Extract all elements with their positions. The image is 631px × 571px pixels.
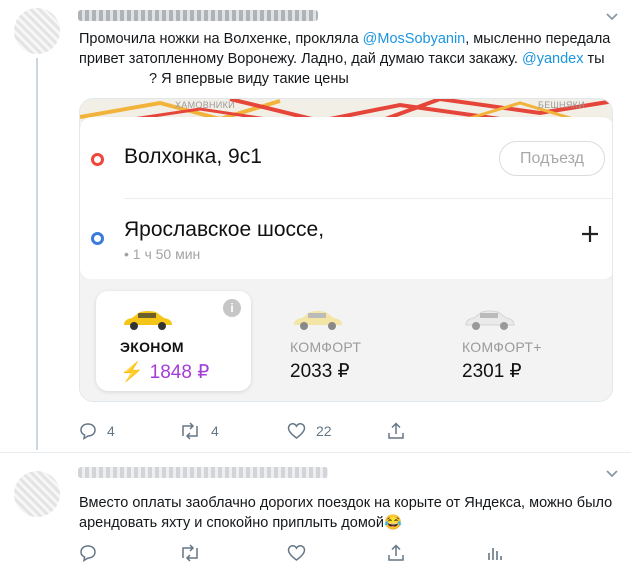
redacted-text [79, 71, 149, 85]
tweet-actions: 4 4 22 [79, 422, 405, 440]
destination-dot-icon [91, 232, 104, 245]
divider [124, 198, 612, 199]
tariff-name: ЭКОНОМ [120, 339, 184, 355]
tweet-actions [79, 544, 503, 562]
like-button[interactable]: 22 [287, 422, 387, 440]
tweet-2: Вместо оплаты заоблачно дорогих поездок … [0, 453, 631, 571]
share-button[interactable] [387, 544, 487, 562]
analytics-button[interactable] [487, 544, 503, 562]
tariff-comfort[interactable]: КОМФОРТ 2033 ₽ [266, 291, 421, 391]
tariff-economy[interactable]: i ЭКОНОМ ⚡ 1848 ₽ [96, 291, 251, 391]
like-button[interactable] [287, 544, 387, 562]
retweet-button[interactable]: 4 [179, 422, 287, 440]
mention-link[interactable]: @MosSobyanin [363, 31, 466, 47]
trip-duration: • 1 ч 50 мин [124, 246, 201, 262]
retweet-count: 4 [211, 423, 219, 439]
reply-button[interactable]: 4 [79, 422, 179, 440]
map-label: ХАМОВНИКИ [175, 100, 235, 110]
retweet-button[interactable] [179, 544, 287, 562]
analytics-icon [487, 544, 503, 562]
car-icon [462, 309, 518, 336]
destination-address[interactable]: Ярославское шоссе, [124, 218, 324, 242]
info-icon[interactable]: i [223, 299, 241, 317]
author-name-redacted[interactable] [78, 467, 328, 478]
chevron-down-icon[interactable] [605, 12, 619, 22]
tariff-price: 2301 ₽ [462, 361, 522, 382]
share-button[interactable] [387, 422, 405, 440]
tariff-price-value: 1848 ₽ [149, 362, 210, 383]
tweet-text-part: Промочила ножки на Волхенке, проклял [79, 31, 351, 47]
avatar[interactable] [14, 471, 60, 517]
tariff-selector: i ЭКОНОМ ⚡ 1848 ₽ КОМФОРТ 2033 ₽ КОМФОРТ+ [80, 279, 612, 401]
tweet-text-part: ? Я впервые виду такие цены [149, 71, 349, 87]
tweet-1: Промочила ножки на Волхенке, прокляла @M… [0, 0, 631, 452]
tariff-name: КОМФОРТ+ [462, 339, 542, 355]
reply-icon [79, 422, 97, 440]
tariff-name: КОМФОРТ [290, 339, 362, 355]
heart-icon [287, 422, 306, 440]
car-icon [120, 309, 176, 336]
avatar[interactable] [14, 8, 60, 54]
share-icon [387, 544, 405, 562]
author-name-redacted[interactable] [78, 10, 318, 21]
reply-button[interactable] [79, 544, 179, 562]
origin-address[interactable]: Волхонка, 9с1 [124, 145, 262, 169]
tweet-text-part: а [350, 31, 363, 47]
retweet-icon [179, 422, 201, 440]
retweet-icon [179, 544, 201, 562]
bolt-icon: ⚡ [120, 362, 144, 383]
tweet-text-part: ты [583, 51, 605, 67]
mention-link[interactable]: @yandex [522, 51, 583, 67]
plus-icon[interactable] [579, 223, 601, 245]
tariff-price: 2033 ₽ [290, 361, 350, 382]
route-panel: Волхонка, 9с1 Подъезд Ярославское шоссе,… [80, 117, 612, 279]
tweet-text: Промочила ножки на Волхенке, прокляла @M… [79, 29, 619, 89]
attached-image[interactable]: ХАМОВНИКИ БЕШНЯКИ Волхонка, 9с1 Подъезд … [79, 98, 613, 402]
entrance-button[interactable]: Подъезд [499, 141, 605, 176]
tariff-price: ⚡ 1848 ₽ [120, 360, 209, 384]
thread-line [36, 58, 38, 450]
map-label: БЕШНЯКИ [538, 100, 585, 110]
origin-dot-icon [91, 153, 104, 166]
heart-icon [287, 544, 306, 562]
like-count: 22 [316, 423, 332, 439]
car-icon [290, 309, 346, 336]
tweet-text: Вместо оплаты заоблачно дорогих поездок … [79, 495, 613, 531]
tariff-comfort-plus[interactable]: КОМФОРТ+ 2301 ₽ [438, 291, 593, 391]
reply-count: 4 [107, 423, 115, 439]
reply-icon [79, 544, 97, 562]
share-icon [387, 422, 405, 440]
chevron-down-icon[interactable] [605, 469, 619, 479]
